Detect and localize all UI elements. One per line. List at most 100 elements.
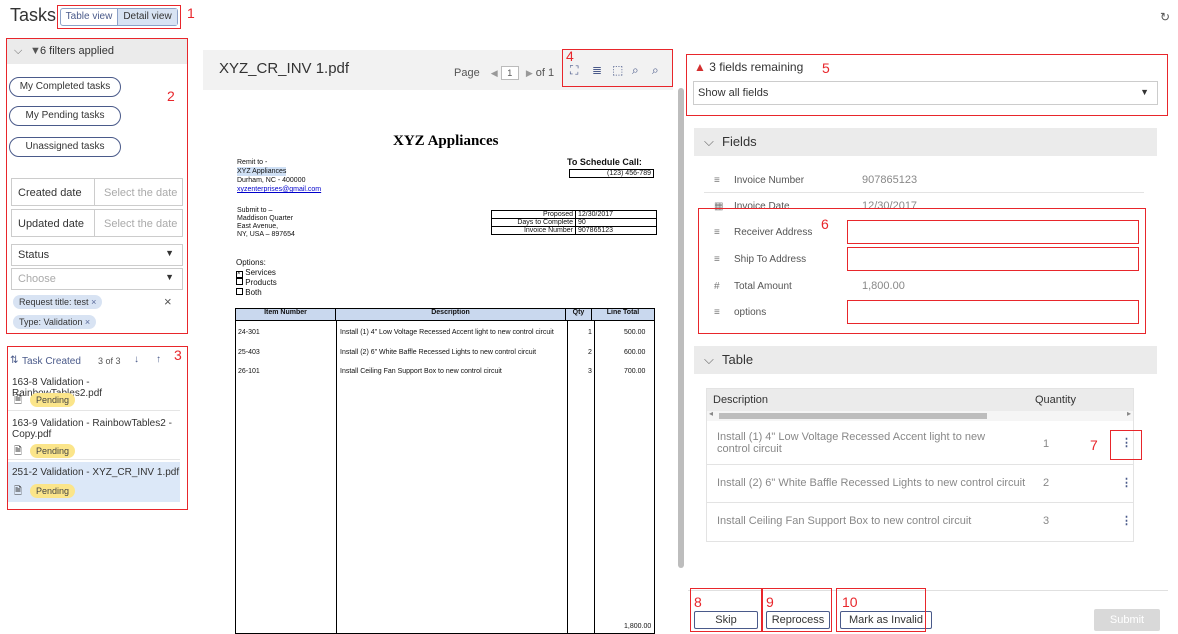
receiver-address-input[interactable]	[847, 220, 1139, 244]
filter-chip-label: Request title: test	[19, 297, 89, 307]
status-badge: Pending	[30, 484, 76, 498]
filter-summary: 6 filters applied	[40, 45, 114, 57]
field-value[interactable]: 12/30/2017	[862, 200, 917, 212]
field-value[interactable]: 907865123	[862, 174, 917, 186]
doc-submit: Submit to – Maddison Quarter East Avenue…	[237, 207, 295, 238]
row-quantity: 3	[1043, 515, 1050, 527]
doc-schedule-title: To Schedule Call:	[567, 157, 642, 167]
chevron-down-icon: ⌵	[14, 45, 23, 57]
annotation-label: 9	[766, 594, 774, 610]
column-header[interactable]: Quantity	[1035, 394, 1076, 406]
document-icon: 🗎	[14, 486, 23, 497]
options-input[interactable]	[847, 300, 1139, 324]
chevron-left-icon[interactable]: ◂	[709, 409, 713, 418]
updated-date-placeholder: Select the date	[104, 218, 178, 230]
table-section: ⌵ Table Description Quantity ◂ ▸ Install…	[694, 346, 1157, 566]
list-item-selected[interactable]: 251-2 Validation - XYZ_CR_INV 1.pdf 🗎 Pe…	[8, 462, 180, 502]
fields-section: ⌵ Fields ≡ Invoice Number 907865123 ▦ In…	[694, 128, 1157, 338]
zoom-out-icon[interactable]: ⌕	[652, 63, 659, 78]
field-label: Invoice Date	[734, 201, 790, 212]
document-icon: 🗎	[14, 395, 23, 406]
doc-grand-total: 1,800.00	[624, 623, 652, 630]
reprocess-button[interactable]: Reprocess	[766, 611, 830, 629]
skip-button[interactable]: Skip	[694, 611, 758, 629]
mark-invalid-button[interactable]: Mark as Invalid	[840, 611, 932, 629]
document-page: XYZ Appliances Remit to - XYZ Appliances…	[203, 90, 673, 634]
expand-icon[interactable]: ⬚	[612, 63, 623, 77]
fields-remaining: ▲ 3 fields remaining	[694, 60, 803, 74]
horizontal-scrollbar[interactable]: ◂ ▸	[707, 409, 1133, 421]
field-label: Invoice Number	[734, 175, 805, 186]
prev-page-icon[interactable]: ◀	[491, 68, 498, 78]
updated-date-label: Updated date	[18, 218, 85, 230]
filter-chip[interactable]: Type: Validation ×	[13, 315, 97, 329]
table-view-button[interactable]: Table view	[61, 9, 117, 25]
my-completed-button[interactable]: My Completed tasks	[9, 77, 121, 97]
table-header[interactable]: ⌵ Table	[694, 346, 1157, 374]
row-description: Install (1) 4" Low Voltage Recessed Acce…	[717, 431, 986, 455]
fit-icon[interactable]: ⛶	[570, 63, 578, 78]
text-field-icon: ≡	[714, 307, 720, 318]
more-vertical-icon[interactable]: ⋮	[1121, 436, 1132, 449]
fields-header[interactable]: ⌵ Fields	[694, 128, 1157, 156]
more-vertical-icon[interactable]: ⋮	[1121, 514, 1132, 527]
field-ship-to-address: ≡ Ship To Address	[694, 247, 1164, 273]
field-label: Total Amount	[734, 281, 792, 292]
more-vertical-icon[interactable]: ⋮	[1121, 476, 1132, 489]
refresh-icon[interactable]: ↻	[1160, 10, 1170, 24]
row-quantity: 2	[1043, 477, 1050, 489]
arrow-down-icon[interactable]: ↓	[134, 354, 139, 365]
choose-select[interactable]: Choose ▼	[11, 268, 183, 290]
list-item[interactable]: 163-8 Validation - RainbowTables2.pdf 🗎 …	[8, 373, 180, 411]
submit-button[interactable]: Submit	[1094, 609, 1160, 631]
list-item[interactable]: 163-9 Validation - RainbowTables2 - Copy…	[8, 414, 180, 460]
data-table: Description Quantity ◂ ▸ Install (1) 4" …	[706, 388, 1134, 542]
filter-chip[interactable]: Request title: test ×	[13, 295, 103, 309]
field-options: ≡ options	[694, 300, 1164, 326]
chevron-right-icon[interactable]: ▸	[1127, 409, 1131, 418]
close-icon[interactable]: ×	[85, 317, 90, 327]
status-select[interactable]: Status ▼	[11, 244, 183, 266]
status-label: Status	[18, 249, 50, 261]
clear-filters-icon[interactable]: ×	[164, 294, 172, 309]
viewer-scrollbar[interactable]	[678, 88, 684, 568]
view-toggle: Table view Detail view	[60, 8, 178, 26]
annotation-label: 1	[187, 5, 195, 21]
task-count: 3 of 3	[98, 356, 121, 366]
field-invoice-date: ▦ Invoice Date 12/30/2017	[694, 194, 1164, 220]
annotation-label: 10	[842, 594, 858, 610]
my-pending-button[interactable]: My Pending tasks	[9, 106, 121, 126]
close-icon[interactable]: ×	[91, 297, 96, 307]
caret-down-icon: ▼	[1140, 87, 1149, 97]
text-field-icon: ≡	[714, 175, 720, 186]
ship-to-address-input[interactable]	[847, 247, 1139, 271]
column-header[interactable]: Description	[713, 394, 768, 406]
created-date-field[interactable]: Created date Select the date	[11, 178, 183, 206]
show-all-select[interactable]: Show all fields ▼	[693, 81, 1158, 105]
detail-view-button[interactable]: Detail view	[117, 9, 177, 25]
field-label: Receiver Address	[734, 227, 813, 238]
arrow-up-icon[interactable]: ↑	[156, 354, 161, 365]
field-receiver-address: ≡ Receiver Address	[694, 220, 1164, 246]
sort-label[interactable]: Task Created	[22, 356, 81, 367]
chevron-down-icon: ⌵	[704, 134, 714, 149]
updated-date-field[interactable]: Updated date Select the date	[11, 209, 183, 237]
table-row[interactable]: Install (1) 4" Low Voltage Recessed Acce…	[707, 425, 1133, 465]
calendar-icon: ▦	[714, 201, 724, 212]
page-nav: Page ◀ 1 ▶ of 1	[454, 66, 554, 80]
filter-chip-label: Type: Validation	[19, 317, 83, 327]
page-input[interactable]: 1	[500, 66, 519, 80]
next-page-icon[interactable]: ▶	[526, 68, 533, 78]
page-title: Tasks	[10, 5, 57, 25]
task-list-toolbar: ⇅ Task Created 3 of 3 ↓ ↑	[8, 352, 188, 372]
doc-table: Item Number Description Qty Line Total 2…	[235, 308, 655, 634]
layers-icon[interactable]: ≣	[592, 63, 602, 77]
sort-icon[interactable]: ⇅	[10, 355, 18, 366]
field-value[interactable]: 1,800.00	[862, 280, 905, 292]
zoom-in-icon[interactable]: ⌕	[632, 63, 639, 78]
table-row[interactable]: Install Ceiling Fan Support Box to new c…	[707, 503, 1133, 541]
table-row[interactable]: Install (2) 6" White Baffle Recessed Lig…	[707, 465, 1133, 503]
warning-icon: ▲	[694, 60, 706, 74]
filter-header[interactable]: ⌵ ▼ 6 filters applied	[6, 38, 188, 64]
unassigned-button[interactable]: Unassigned tasks	[9, 137, 121, 157]
